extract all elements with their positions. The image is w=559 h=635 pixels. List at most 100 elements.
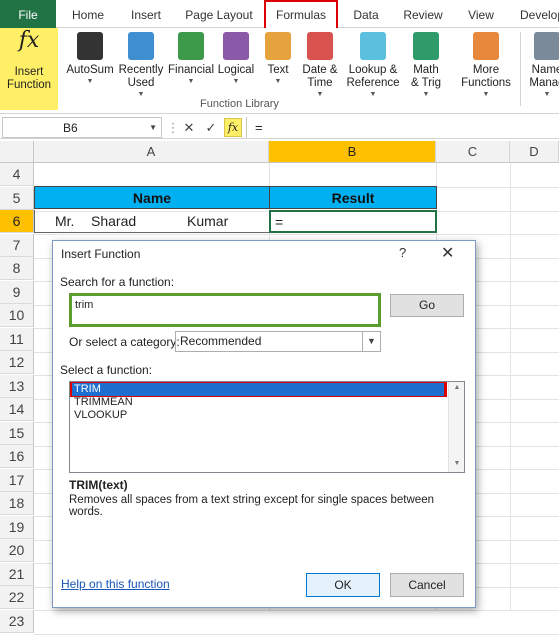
- name-box-value: B6: [63, 121, 78, 135]
- tab-page-layout[interactable]: Page Layout: [178, 0, 260, 28]
- ribbon-button-label: AutoSum: [66, 64, 114, 76]
- row-header-8[interactable]: 8: [0, 257, 34, 280]
- ribbon-button-label-2: & Trig: [410, 77, 442, 89]
- row-header-5[interactable]: 5: [0, 187, 34, 210]
- formula-bar: B6 ▼ ⋮ ✕ ✓ fx =: [0, 117, 559, 139]
- row-header-4[interactable]: 4: [0, 163, 34, 186]
- scroll-up-icon[interactable]: ▲: [449, 384, 465, 391]
- ribbon-button-label-2: Manag: [529, 77, 559, 89]
- category-label: Or select a category:: [69, 335, 180, 349]
- ribbon-button-0[interactable]: AutoSum ▼: [64, 32, 116, 86]
- select-all-corner[interactable]: [0, 141, 34, 163]
- insert-function-button[interactable]: fx Insert Function: [0, 28, 58, 110]
- ribbon-button-5[interactable]: Date & Time ▼: [300, 32, 340, 99]
- row-header-18[interactable]: 18: [0, 492, 34, 515]
- confirm-entry-icon[interactable]: ✓: [202, 117, 220, 138]
- chevron-down-icon: ▼: [137, 91, 145, 98]
- close-icon[interactable]: ✕: [441, 243, 454, 263]
- ribbon: fx Insert Function AutoSum ▼ Recently Used ▼…: [0, 28, 559, 114]
- scroll-down-icon[interactable]: ▼: [449, 460, 465, 467]
- chevron-down-icon: ▼: [86, 78, 94, 85]
- tab-file[interactable]: File: [0, 0, 56, 28]
- insert-function-label-1: Insert: [14, 66, 44, 78]
- tab-home[interactable]: Home: [62, 0, 114, 28]
- name-part-last: Kumar: [187, 213, 229, 229]
- ribbon-button-9[interactable]: NameManag ▼: [522, 32, 559, 99]
- tab-developer[interactable]: Develop: [510, 0, 559, 28]
- fx-icon: fx: [18, 28, 40, 53]
- cell-b6-result[interactable]: =: [269, 210, 437, 233]
- formula-input[interactable]: =: [246, 117, 559, 138]
- row-header-23[interactable]: 23: [0, 610, 34, 633]
- search-input[interactable]: trim: [69, 293, 381, 327]
- ribbon-button-7[interactable]: Math & Trig ▼: [406, 32, 446, 99]
- ribbon-button-label: Logical: [217, 64, 255, 76]
- cell-a6-name[interactable]: Mr. Sharad Kumar: [34, 210, 270, 233]
- row-header-10[interactable]: 10: [0, 304, 34, 327]
- logical-book-icon: [223, 32, 249, 60]
- row-header-12[interactable]: 12: [0, 351, 34, 374]
- ribbon-button-2[interactable]: Financial ▼: [166, 32, 216, 86]
- cell-a5-name-header[interactable]: Name: [34, 186, 270, 209]
- row-header-20[interactable]: 20: [0, 539, 34, 562]
- help-link[interactable]: Help on this function: [61, 577, 170, 591]
- function-library-group-label: Function Library: [200, 98, 279, 110]
- row-header-15[interactable]: 15: [0, 422, 34, 445]
- row-header-22[interactable]: 22: [0, 586, 34, 609]
- ribbon-tab-bar: File Home Insert Page Layout Formulas Da…: [0, 0, 559, 28]
- ribbon-button-3[interactable]: Logical ▼: [216, 32, 256, 86]
- function-signature: TRIM(text): [69, 478, 128, 492]
- ribbon-button-4[interactable]: Text ▼: [264, 32, 292, 86]
- sigma-icon: [77, 32, 103, 60]
- column-header-c[interactable]: C: [436, 141, 510, 163]
- list-item-vlookup[interactable]: VLOOKUP: [72, 409, 444, 422]
- category-select[interactable]: Recommended ▼: [175, 331, 381, 352]
- ribbon-button-1[interactable]: Recently Used ▼: [118, 32, 164, 99]
- chevron-down-icon: ▼: [422, 91, 430, 98]
- chevron-down-icon: ▼: [369, 91, 377, 98]
- go-button[interactable]: Go: [390, 294, 464, 317]
- date-time-book-icon: [307, 32, 333, 60]
- tab-data[interactable]: Data: [344, 0, 388, 28]
- ribbon-button-8[interactable]: More Functions ▼: [458, 32, 514, 99]
- column-header-b[interactable]: B: [269, 141, 436, 163]
- row-header-21[interactable]: 21: [0, 563, 34, 586]
- list-item-trim[interactable]: TRIM: [72, 383, 444, 396]
- chevron-down-icon[interactable]: ▼: [362, 332, 380, 351]
- financial-book-icon: [178, 32, 204, 60]
- row-header-16[interactable]: 16: [0, 445, 34, 468]
- name-box[interactable]: B6 ▼: [2, 117, 162, 138]
- tab-view[interactable]: View: [458, 0, 504, 28]
- chevron-down-icon: ▼: [232, 78, 240, 85]
- cell-b5-result-header[interactable]: Result: [269, 186, 437, 209]
- row-header-14[interactable]: 14: [0, 398, 34, 421]
- ribbon-button-label-2: Time: [307, 77, 333, 89]
- cancel-button[interactable]: Cancel: [390, 573, 464, 597]
- ribbon-button-label: Lookup &: [348, 64, 398, 76]
- insert-function-fx-icon[interactable]: fx: [224, 118, 242, 137]
- ok-button[interactable]: OK: [306, 573, 380, 597]
- help-icon[interactable]: ?: [399, 245, 406, 260]
- tab-review[interactable]: Review: [396, 0, 450, 28]
- text-book-icon: [265, 32, 291, 60]
- row-header-17[interactable]: 17: [0, 469, 34, 492]
- row-header-6[interactable]: 6: [0, 210, 34, 233]
- dialog-title: Insert Function: [61, 247, 141, 261]
- list-item-trimmean[interactable]: TRIMMEAN: [72, 396, 444, 409]
- function-list[interactable]: TRIM TRIMMEAN VLOOKUP ▲ ▼: [69, 381, 465, 473]
- tab-insert[interactable]: Insert: [120, 0, 172, 28]
- row-header-7[interactable]: 7: [0, 234, 34, 257]
- column-header-d[interactable]: D: [510, 141, 559, 163]
- row-header-11[interactable]: 11: [0, 328, 34, 351]
- tab-formulas[interactable]: Formulas: [264, 0, 338, 28]
- row-header-19[interactable]: 19: [0, 516, 34, 539]
- row-header-13[interactable]: 13: [0, 375, 34, 398]
- column-header-a[interactable]: A: [34, 141, 269, 163]
- chevron-down-icon[interactable]: ▼: [149, 118, 157, 138]
- list-scrollbar[interactable]: ▲ ▼: [448, 382, 464, 472]
- row-header-9[interactable]: 9: [0, 281, 34, 304]
- ribbon-button-6[interactable]: Lookup & Reference ▼: [344, 32, 402, 99]
- math-book-icon: [413, 32, 439, 60]
- chevron-down-icon: ▼: [187, 78, 195, 85]
- cancel-entry-icon[interactable]: ✕: [180, 117, 198, 138]
